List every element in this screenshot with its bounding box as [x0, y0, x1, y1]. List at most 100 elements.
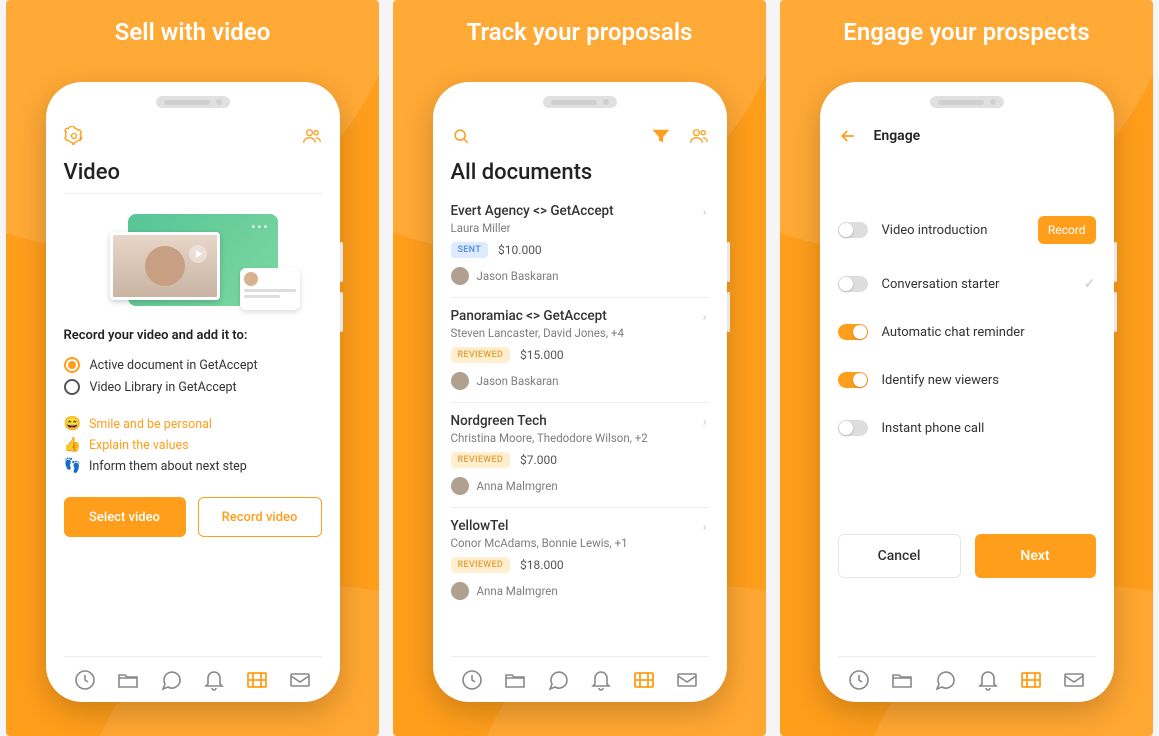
document-amount: $15.000: [520, 348, 564, 362]
contacts-icon[interactable]: [302, 126, 322, 146]
phone-notch: [543, 96, 617, 108]
radio-label: Active document in GetAccept: [90, 358, 258, 373]
document-item[interactable]: YellowTelConor McAdams, Bonnie Lewis, +1…: [451, 507, 709, 612]
chat-tab-icon[interactable]: [933, 668, 957, 692]
engage-row[interactable]: Automatic chat reminder: [838, 308, 1096, 356]
engage-row[interactable]: Instant phone call: [838, 404, 1096, 452]
record-video-button[interactable]: Record video: [198, 497, 322, 537]
topbar: [64, 122, 322, 150]
play-icon[interactable]: [189, 245, 207, 263]
panel-title: Track your proposals: [393, 18, 766, 46]
chevron-right-icon: ›: [703, 310, 707, 325]
filter-icon[interactable]: [651, 126, 671, 146]
screen: Engage Video introductionRecordConversat…: [820, 116, 1114, 702]
tip-row: 😄Smile and be personal: [64, 416, 322, 432]
phone-notch: [930, 96, 1004, 108]
radio-option[interactable]: Video Library in GetAccept: [64, 379, 322, 395]
radio-label: Video Library in GetAccept: [90, 380, 237, 395]
radio-icon[interactable]: [64, 379, 80, 395]
more-icon: •••: [251, 220, 269, 234]
folder-tab-icon[interactable]: [116, 668, 140, 692]
document-item[interactable]: Evert Agency <> GetAccept Laura Miller SEN…: [451, 193, 709, 297]
record-prompt: Record your video and add it to:: [64, 328, 322, 343]
panel-title: Engage your prospects: [780, 18, 1153, 46]
video-tab-icon[interactable]: [245, 668, 269, 692]
gear-icon[interactable]: [64, 126, 84, 146]
status-badge: SENT: [451, 242, 489, 258]
document-title: Evert Agency <> GetAccept: [451, 203, 709, 219]
owner-name: Jason Baskaran: [477, 269, 559, 283]
engage-label: Identify new viewers: [882, 373, 999, 388]
chat-tab-icon[interactable]: [546, 668, 570, 692]
contacts-icon[interactable]: [689, 126, 709, 146]
engage-label: Automatic chat reminder: [882, 325, 1025, 340]
toggle[interactable]: [838, 276, 868, 292]
cancel-button[interactable]: Cancel: [838, 534, 961, 578]
document-title: Nordgreen Tech: [451, 413, 709, 429]
divider: [64, 193, 322, 194]
video-tab-icon[interactable]: [632, 668, 656, 692]
folder-tab-icon[interactable]: [890, 668, 914, 692]
clock-tab-icon[interactable]: [847, 668, 871, 692]
page-title: All documents: [451, 160, 709, 185]
phone-side-button: [727, 242, 730, 282]
tip-emoji-icon: 👍: [64, 437, 81, 453]
tip-emoji-icon: 😄: [64, 416, 81, 432]
footer-buttons: Cancel Next: [838, 520, 1096, 578]
toggle[interactable]: [838, 372, 868, 388]
chat-tab-icon[interactable]: [159, 668, 183, 692]
page-title: Video: [64, 160, 322, 185]
radio-icon[interactable]: [64, 357, 80, 373]
toggle[interactable]: [838, 222, 868, 238]
panel-track-proposals: Track your proposals All documents: [393, 0, 766, 736]
video-card: •••: [128, 214, 278, 306]
tabbar: [451, 656, 709, 702]
screen: All documents Evert Agency <> GetAccept L…: [433, 116, 727, 702]
owner-name: Anna Malmgren: [477, 584, 558, 598]
engage-label: Instant phone call: [882, 421, 985, 436]
engage-row[interactable]: Conversation starter✓: [838, 260, 1096, 308]
next-button[interactable]: Next: [975, 534, 1096, 578]
document-item[interactable]: Panoramiac <> GetAcceptSteven Lancaster,…: [451, 297, 709, 402]
toggle[interactable]: [838, 420, 868, 436]
phone-frame: Engage Video introductionRecordConversat…: [820, 82, 1114, 702]
back-arrow-icon[interactable]: [838, 126, 858, 146]
document-subtitle: Laura Miller: [451, 221, 709, 235]
phone-side-button: [727, 292, 730, 332]
search-icon[interactable]: [451, 126, 471, 146]
document-amount: $10.000: [498, 243, 542, 257]
clock-tab-icon[interactable]: [460, 668, 484, 692]
video-preview: •••: [64, 214, 322, 306]
document-amount: $18.000: [520, 558, 564, 572]
video-tab-icon[interactable]: [1019, 668, 1043, 692]
phone-frame: All documents Evert Agency <> GetAccept L…: [433, 82, 727, 702]
mail-tab-icon[interactable]: [675, 668, 699, 692]
folder-tab-icon[interactable]: [503, 668, 527, 692]
topbar: [451, 122, 709, 150]
bell-tab-icon[interactable]: [202, 668, 226, 692]
radio-option[interactable]: Active document in GetAccept: [64, 357, 322, 373]
document-item[interactable]: Nordgreen TechChristina Moore, Thedodore…: [451, 402, 709, 507]
back-row: Engage: [838, 122, 1096, 150]
document-amount: $7.000: [520, 453, 557, 467]
select-video-button[interactable]: Select video: [64, 497, 186, 537]
engage-row[interactable]: Video introductionRecord: [838, 200, 1096, 260]
toggle[interactable]: [838, 324, 868, 340]
tip-text: Explain the values: [89, 438, 189, 453]
panel-title: Sell with video: [6, 18, 379, 46]
bell-tab-icon[interactable]: [589, 668, 613, 692]
mail-tab-icon[interactable]: [288, 668, 312, 692]
tabbar: [838, 656, 1096, 702]
engage-row[interactable]: Identify new viewers: [838, 356, 1096, 404]
engage-label: Conversation starter: [882, 277, 1000, 292]
document-subtitle: Conor McAdams, Bonnie Lewis, +1: [451, 536, 709, 550]
status-badge: REVIEWED: [451, 452, 511, 468]
clock-tab-icon[interactable]: [73, 668, 97, 692]
chevron-right-icon: ›: [703, 205, 707, 220]
bell-tab-icon[interactable]: [976, 668, 1000, 692]
mail-tab-icon[interactable]: [1062, 668, 1086, 692]
record-button[interactable]: Record: [1038, 216, 1096, 244]
phone-side-button: [1114, 242, 1117, 282]
video-thumbnail[interactable]: [110, 232, 220, 300]
button-row: Select video Record video: [64, 497, 322, 537]
